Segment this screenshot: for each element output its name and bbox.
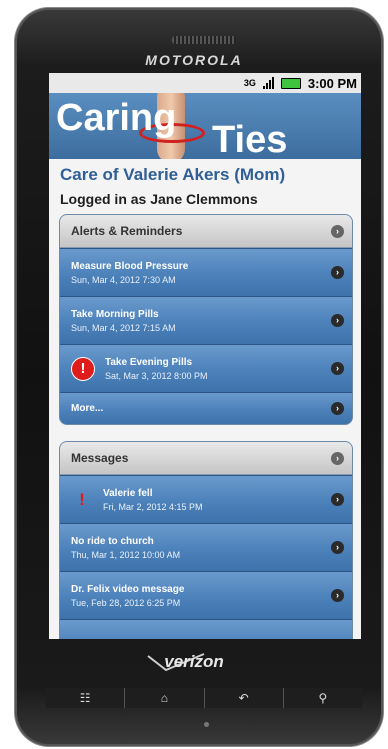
alert-title: Take Morning Pills xyxy=(71,308,159,320)
message-title: Dr. Felix video message xyxy=(71,583,185,595)
phone-screen: 3G 3:00 PM Caring Ties Care of Valerie A… xyxy=(49,73,361,639)
back-button[interactable]: ↶ xyxy=(203,688,283,708)
page-title: Care of Valerie Akers (Mom) xyxy=(60,165,286,184)
carrier-logo: verizon xyxy=(164,652,224,671)
chevron-right-icon: › xyxy=(331,266,344,279)
alert-title: Take Evening Pills xyxy=(105,356,193,368)
earpiece-speaker xyxy=(172,36,236,44)
app-banner: Caring Ties xyxy=(49,93,361,159)
status-bar: 3G 3:00 PM xyxy=(49,73,361,93)
chevron-right-icon: › xyxy=(331,402,344,415)
alert-title: Measure Blood Pressure xyxy=(71,260,189,272)
home-icon: ⌂ xyxy=(160,691,168,705)
message-title: Valerie fell xyxy=(103,487,153,499)
menu-button[interactable]: ☷ xyxy=(46,688,125,708)
messages-panel: Messages › ! Valerie fell Fri, Mar 2, 20… xyxy=(59,441,353,639)
chevron-right-icon: › xyxy=(331,589,344,602)
menu-icon: ☷ xyxy=(79,691,91,705)
chevron-right-icon: › xyxy=(331,362,344,375)
phone-brand: MOTOROLA xyxy=(145,52,243,68)
network-indicator: 3G xyxy=(243,78,256,88)
chevron-right-icon: › xyxy=(331,541,344,554)
alert-time: Sun, Mar 4, 2012 7:15 AM xyxy=(71,322,176,333)
notification-led xyxy=(204,722,209,727)
message-item[interactable]: No ride to church Thu, Mar 1, 2012 10:00… xyxy=(60,523,352,571)
logged-in-label: Logged in as Jane Clemmons xyxy=(60,191,258,207)
alert-time: Sat, Mar 3, 2012 8:00 PM xyxy=(105,370,208,381)
alert-time: Sun, Mar 4, 2012 7:30 AM xyxy=(71,274,176,285)
home-button[interactable]: ⌂ xyxy=(124,688,204,708)
messages-title: Messages xyxy=(71,451,129,465)
alerts-panel: Alerts & Reminders › Measure Blood Press… xyxy=(59,214,353,425)
clock: 3:00 PM xyxy=(307,75,357,91)
signal-icon xyxy=(262,77,274,89)
back-icon: ↶ xyxy=(238,691,249,705)
message-time: Fri, Mar 2, 2012 4:15 PM xyxy=(103,501,203,512)
hardware-nav-bar: ☷ ⌂ ↶ ⚲ xyxy=(46,688,362,708)
messages-header[interactable]: Messages › xyxy=(60,442,352,475)
message-item-partial[interactable] xyxy=(60,619,352,639)
alerts-header[interactable]: Alerts & Reminders › xyxy=(60,215,352,248)
alert-item[interactable]: Measure Blood Pressure Sun, Mar 4, 2012 … xyxy=(60,248,352,296)
logo-text-ties: Ties xyxy=(212,119,288,159)
chevron-right-icon: › xyxy=(331,493,344,506)
message-item[interactable]: ! Valerie fell Fri, Mar 2, 2012 4:15 PM … xyxy=(60,475,352,523)
search-icon: ⚲ xyxy=(318,691,328,705)
chevron-right-icon: › xyxy=(331,451,344,465)
search-button[interactable]: ⚲ xyxy=(282,688,362,708)
more-label: More... xyxy=(71,403,104,414)
message-item[interactable]: Dr. Felix video message Tue, Feb 28, 201… xyxy=(60,571,352,619)
message-title: No ride to church xyxy=(71,535,154,547)
alerts-more[interactable]: More... › xyxy=(60,392,352,424)
alert-item[interactable]: ! Take Evening Pills Sat, Mar 3, 2012 8:… xyxy=(60,344,352,392)
alert-item[interactable]: Take Morning Pills Sun, Mar 4, 2012 7:15… xyxy=(60,296,352,344)
alert-icon: ! xyxy=(71,356,95,381)
battery-icon xyxy=(280,77,301,89)
logo-text-caring: Caring xyxy=(56,97,177,139)
message-time: Tue, Feb 28, 2012 6:25 PM xyxy=(71,597,181,608)
message-time: Thu, Mar 1, 2012 10:00 AM xyxy=(71,549,181,560)
exclamation-icon: ! xyxy=(79,489,85,509)
chevron-right-icon: › xyxy=(331,224,344,238)
chevron-right-icon: › xyxy=(331,314,344,327)
alerts-title: Alerts & Reminders xyxy=(71,224,183,238)
